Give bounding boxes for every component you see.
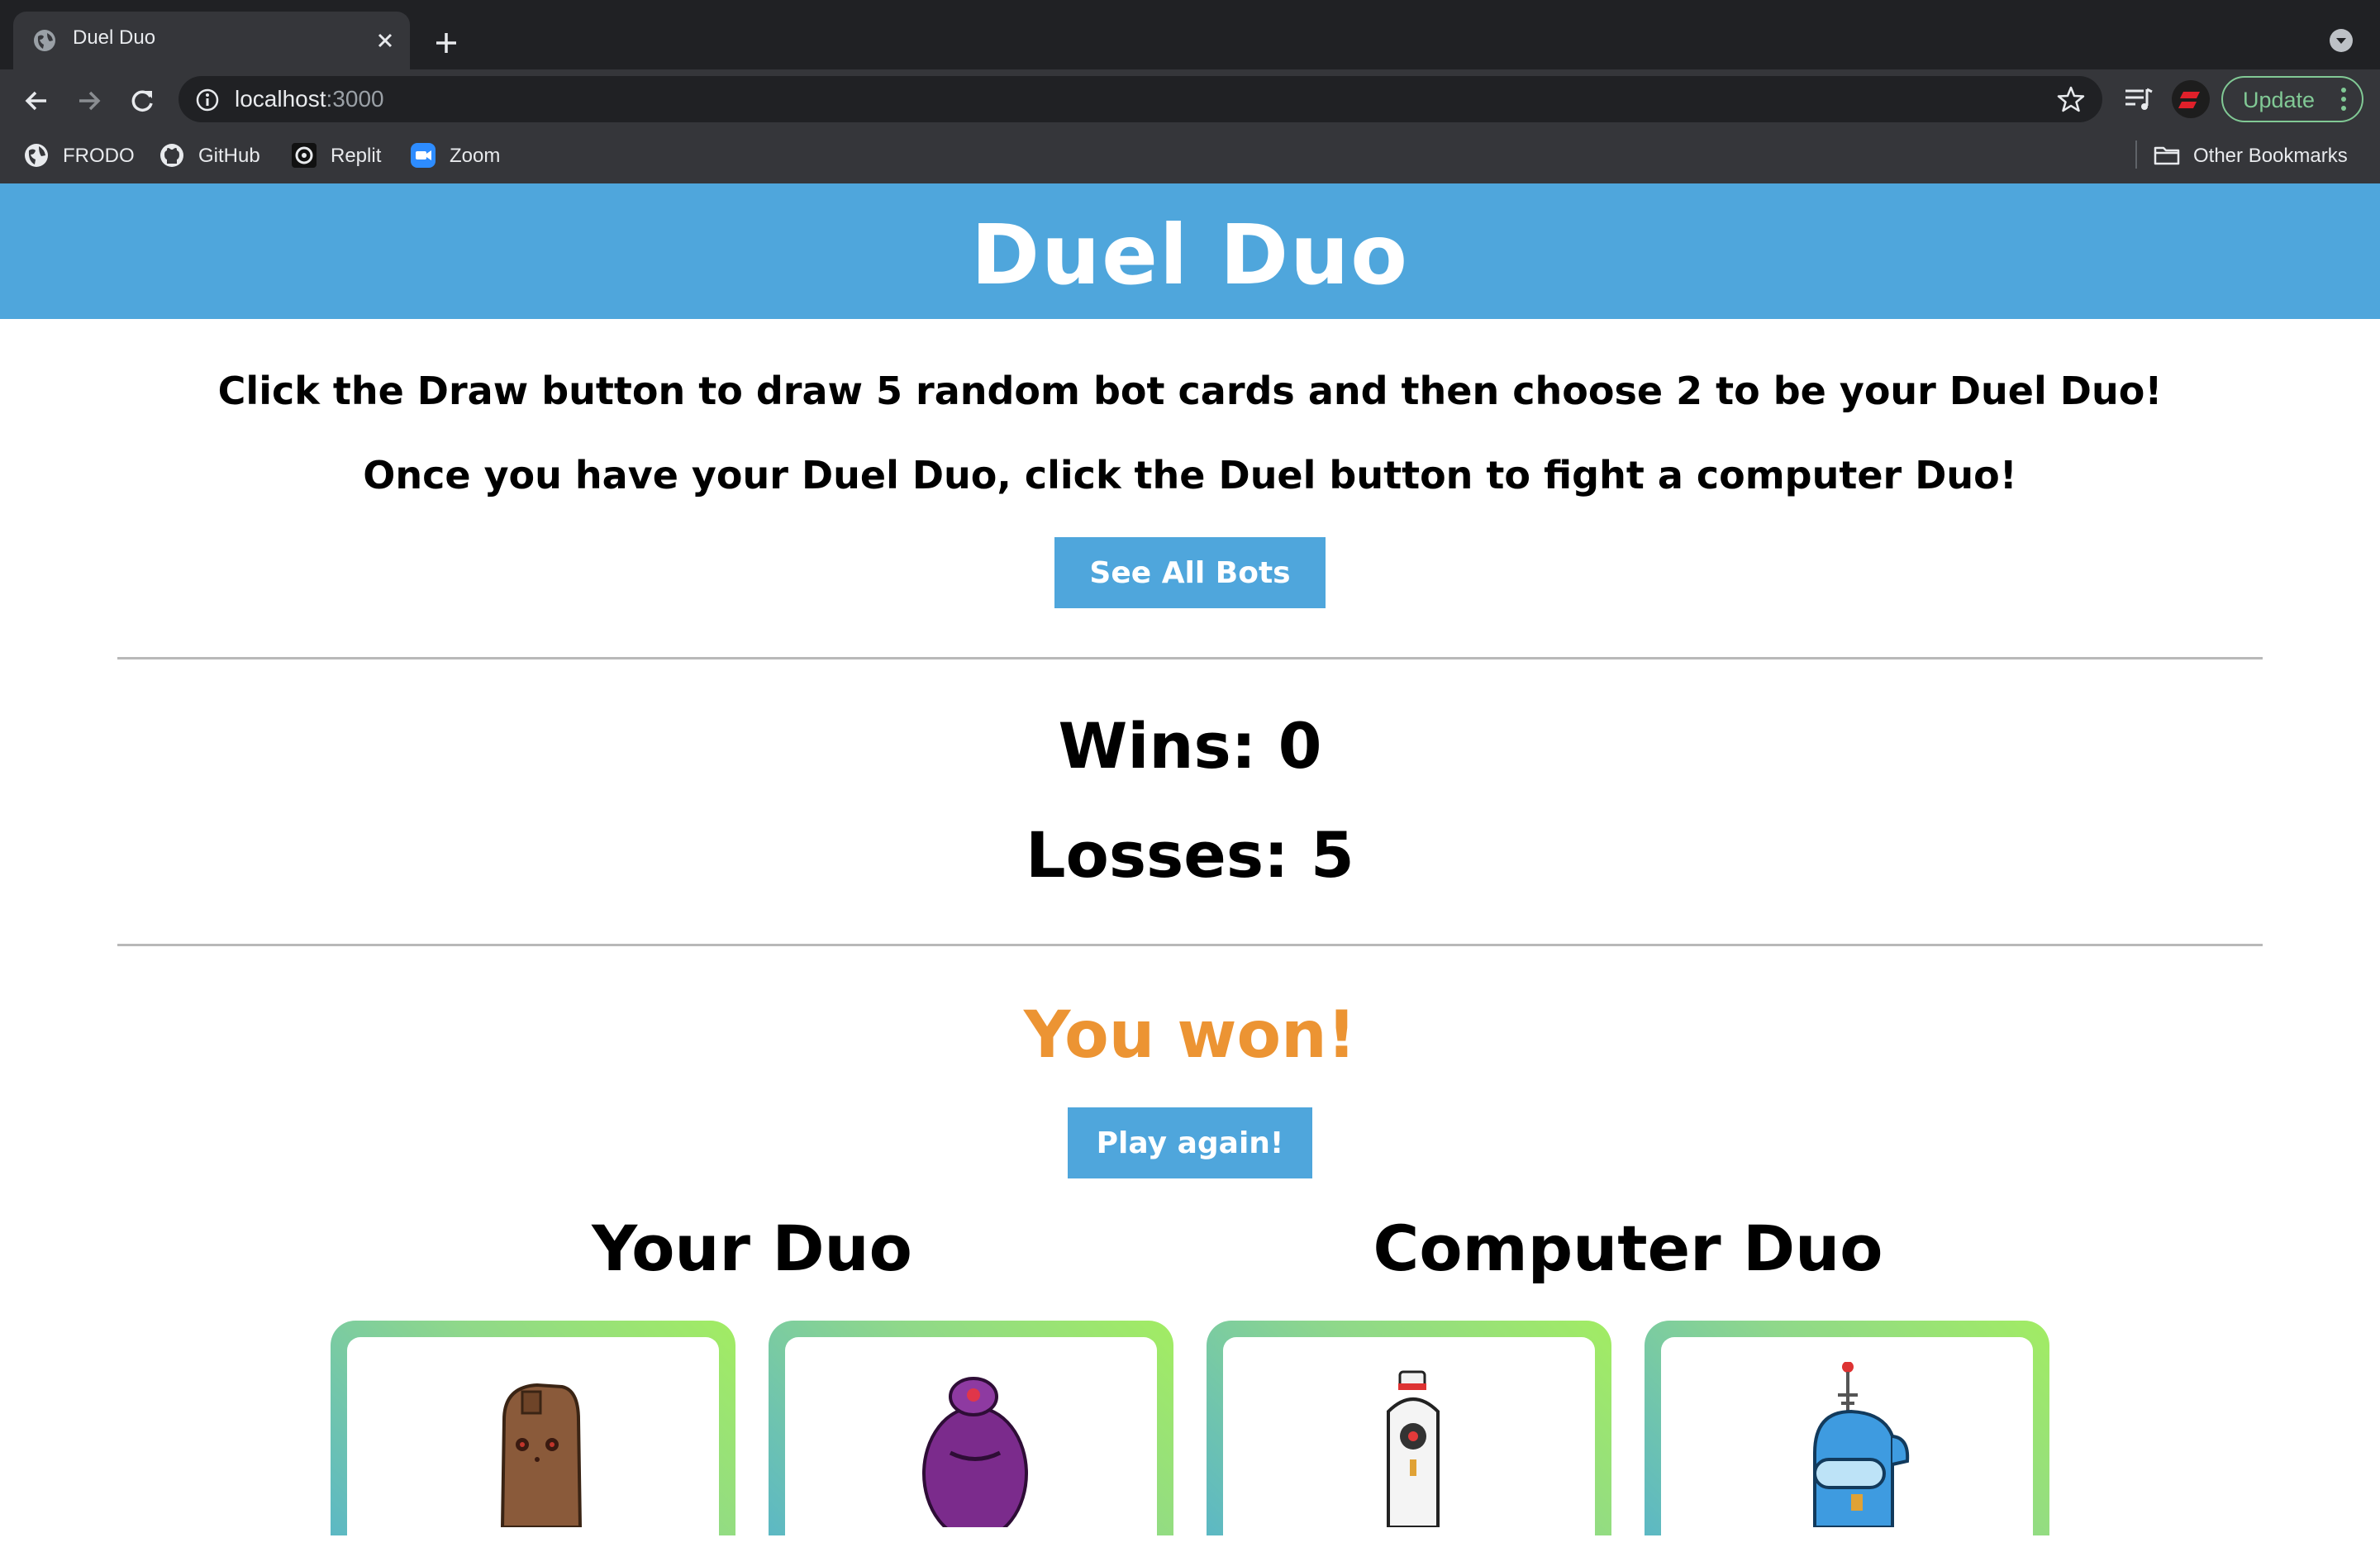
close-icon[interactable] (372, 27, 398, 54)
card-body (1223, 1337, 1595, 1552)
card-body (1661, 1337, 2033, 1552)
github-icon (160, 144, 183, 167)
computer-bot-card[interactable] (1645, 1321, 2049, 1552)
new-tab-icon[interactable] (430, 26, 463, 60)
replit-icon (292, 143, 317, 168)
info-icon[interactable] (195, 88, 220, 112)
zoom-icon (411, 143, 436, 168)
bookmark-label: Replit (331, 145, 382, 167)
folder-icon (2154, 146, 2180, 165)
instruction-duel: Once you have your Duel Duo, click the D… (363, 453, 2017, 497)
update-label: Update (2243, 88, 2316, 112)
instruction-draw: Click the Draw button to draw 5 random b… (217, 369, 2163, 413)
forward-icon[interactable] (71, 83, 107, 119)
purple-robot-icon (922, 1377, 1028, 1527)
reload-icon[interactable] (124, 83, 160, 119)
bookmark-star-icon[interactable] (2056, 84, 2086, 114)
losses-count: Losses: 5 (1026, 818, 1354, 892)
bookmark-divider (2135, 140, 2137, 169)
computer-bot-card[interactable] (1207, 1321, 1611, 1552)
play-again-button[interactable]: Play again! (1068, 1107, 1312, 1178)
see-all-bots-button[interactable]: See All Bots (1054, 537, 1326, 608)
back-icon[interactable] (18, 83, 55, 119)
brown-robot-icon (500, 1383, 583, 1527)
update-button[interactable]: Update (2221, 76, 2363, 122)
card-body (347, 1337, 719, 1552)
page-title: Duel Duo (970, 207, 1409, 303)
page-header: Duel Duo (0, 183, 2380, 319)
url-port: :3000 (326, 86, 384, 112)
address-bar[interactable] (178, 76, 2102, 122)
blue-robot-icon (1813, 1362, 1910, 1527)
divider (117, 944, 2263, 946)
tab-search-icon[interactable] (2329, 28, 2354, 53)
white-robot-icon (1387, 1370, 1440, 1527)
other-bookmarks-label: Other Bookmarks (2193, 145, 2348, 167)
result-message: You won! (1023, 998, 1357, 1073)
your-duo-title: Your Duo (592, 1212, 912, 1285)
browser-tab[interactable]: Duel Duo (13, 12, 410, 69)
card-body (785, 1337, 1157, 1552)
more-menu-icon[interactable] (2340, 86, 2347, 112)
url-text[interactable]: localhost:3000 (235, 86, 384, 112)
tab-title: Duel Duo (73, 26, 156, 49)
extension-icon[interactable] (2172, 80, 2210, 118)
player-bot-card[interactable] (769, 1321, 1173, 1552)
player-bot-card[interactable] (331, 1321, 735, 1552)
computer-duo-title: Computer Duo (1373, 1212, 1883, 1285)
bookmark-label: Zoom (450, 145, 501, 167)
bookmark-label: GitHub (198, 145, 260, 167)
divider (117, 657, 2263, 659)
globe-icon (34, 30, 55, 51)
bookmark-label: FRODO (63, 145, 135, 167)
url-host: localhost (235, 86, 326, 112)
wins-count: Wins: 0 (1058, 709, 1322, 783)
globe-icon (25, 144, 48, 167)
media-control-icon[interactable] (2122, 84, 2155, 114)
